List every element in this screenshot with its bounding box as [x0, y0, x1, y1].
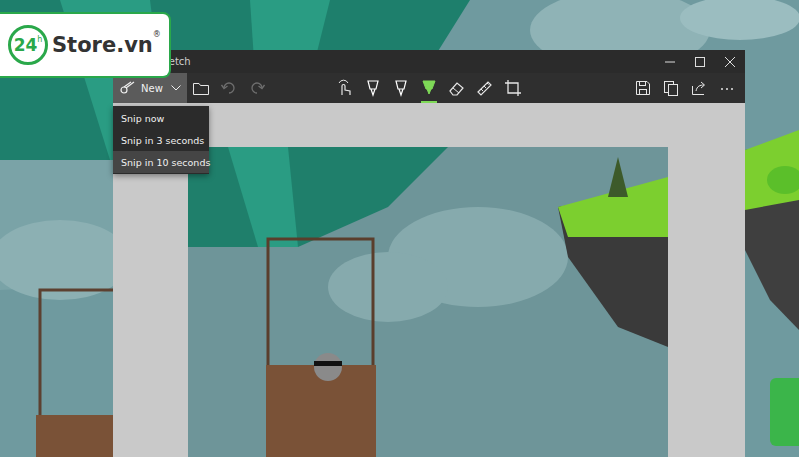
title-bar: Snip & Sketch: [113, 50, 745, 73]
more-button[interactable]: [713, 73, 741, 103]
pen-tool[interactable]: [363, 73, 383, 103]
pencil-tool[interactable]: [391, 73, 411, 103]
redo-button[interactable]: [243, 73, 271, 103]
redo-icon: [249, 81, 265, 95]
chevron-down-icon: [171, 85, 181, 91]
snip-image: [188, 147, 668, 457]
eraser-icon: [448, 79, 466, 97]
actions-group: [523, 73, 745, 103]
undo-icon: [221, 81, 237, 95]
eraser-tool[interactable]: [447, 73, 467, 103]
store-logo: 24h Store.vn®: [0, 12, 171, 78]
minimize-icon: [665, 57, 675, 67]
ruler-tool[interactable]: [475, 73, 495, 103]
open-button[interactable]: [187, 73, 215, 103]
maximize-button[interactable]: [685, 50, 715, 73]
copy-button[interactable]: [657, 73, 685, 103]
ruler-icon: [476, 79, 494, 97]
save-button[interactable]: [629, 73, 657, 103]
toolbar: New: [113, 73, 745, 103]
maximize-icon: [695, 57, 705, 67]
crop-tool[interactable]: [503, 73, 523, 103]
side-tab: [770, 378, 799, 446]
pen-icon: [364, 79, 382, 97]
touch-tool[interactable]: [335, 73, 355, 103]
close-button[interactable]: [715, 50, 745, 73]
window-controls: [655, 50, 745, 73]
desktop: Snip & Sketch New Snip nowSnip in 3 seco…: [0, 0, 799, 457]
menu-item[interactable]: Snip in 10 seconds: [113, 151, 209, 173]
pencil-icon: [392, 79, 410, 97]
close-icon: [725, 57, 735, 67]
highlighter-icon: [420, 79, 438, 97]
highlighter-tool[interactable]: [419, 73, 439, 103]
menu-item[interactable]: Snip in 3 seconds: [113, 129, 209, 151]
new-menu: Snip nowSnip in 3 secondsSnip in 10 seco…: [113, 106, 209, 174]
snip-icon: [119, 81, 135, 95]
undo-button[interactable]: [215, 73, 243, 103]
folder-icon: [193, 82, 209, 95]
share-icon: [691, 80, 707, 96]
menu-item[interactable]: Snip now: [113, 107, 209, 129]
crop-icon: [504, 79, 522, 97]
minimize-button[interactable]: [655, 50, 685, 73]
logo-badge: 24h: [8, 25, 48, 65]
touch-icon: [336, 79, 354, 97]
more-icon: [719, 80, 735, 96]
tools-group: [335, 73, 523, 103]
copy-icon: [663, 80, 679, 96]
share-button[interactable]: [685, 73, 713, 103]
save-icon: [635, 80, 651, 96]
